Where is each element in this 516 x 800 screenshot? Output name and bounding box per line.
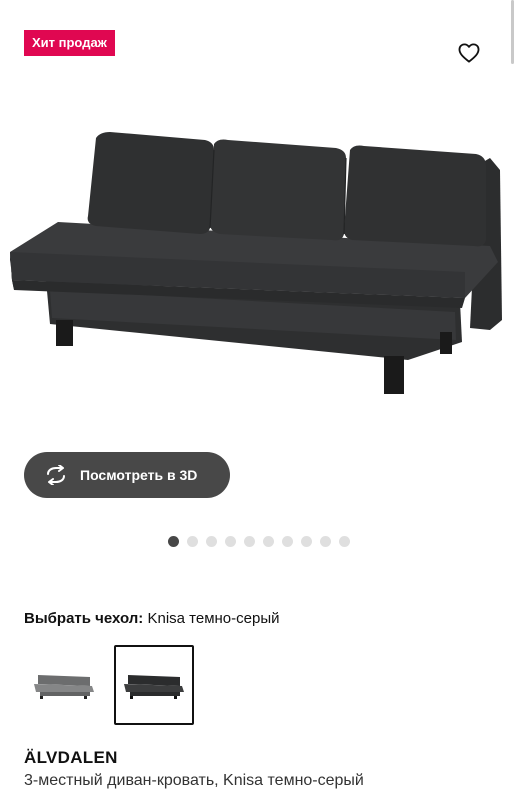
carousel-dot[interactable] bbox=[320, 536, 331, 547]
carousel-dot[interactable] bbox=[244, 536, 255, 547]
carousel-dots bbox=[168, 536, 350, 547]
product-name: ÄLVDALEN bbox=[24, 748, 118, 767]
carousel-dot[interactable] bbox=[206, 536, 217, 547]
cover-select-title: Выбрать чехол: bbox=[24, 610, 144, 627]
page-scrollbar[interactable] bbox=[511, 0, 514, 64]
cover-option-light-grey[interactable] bbox=[24, 645, 104, 725]
view-3d-label: Посмотреть в 3D bbox=[80, 467, 198, 483]
product-description: 3-местный диван-кровать, Knisa темно-сер… bbox=[24, 772, 364, 789]
carousel-dot[interactable] bbox=[339, 536, 350, 547]
carousel-dot[interactable] bbox=[225, 536, 236, 547]
rotate-3d-icon bbox=[44, 465, 68, 485]
carousel-dot[interactable] bbox=[263, 536, 274, 547]
favorite-button[interactable] bbox=[456, 40, 482, 66]
cover-select-label: Выбрать чехол: Knisa темно-серый bbox=[24, 610, 279, 627]
product-image[interactable] bbox=[0, 110, 516, 420]
heart-outline-icon bbox=[458, 43, 480, 63]
cover-select-value: Knisa темно-серый bbox=[147, 610, 280, 627]
cover-option-dark-grey[interactable] bbox=[114, 645, 194, 725]
carousel-dot[interactable] bbox=[168, 536, 179, 547]
carousel-dot[interactable] bbox=[282, 536, 293, 547]
carousel-dot[interactable] bbox=[187, 536, 198, 547]
view-3d-button[interactable]: Посмотреть в 3D bbox=[24, 452, 230, 498]
cover-options bbox=[24, 645, 194, 725]
carousel-dot[interactable] bbox=[301, 536, 312, 547]
bestseller-badge: Хит продаж bbox=[24, 30, 115, 56]
